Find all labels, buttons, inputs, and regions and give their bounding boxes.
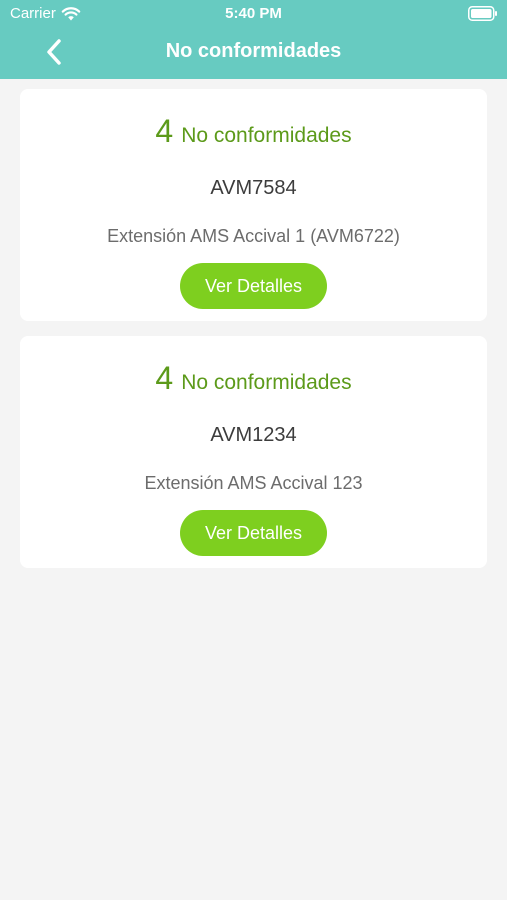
nonconformity-card: 4 No conformidades AVM1234 Extensión AMS… [20, 336, 487, 568]
card-description: Extensión AMS Accival 1 (AVM6722) [107, 226, 400, 246]
card-description: Extensión AMS Accival 123 [144, 473, 363, 493]
status-time: 5:40 PM [225, 5, 282, 22]
count-number: 4 [155, 113, 174, 149]
nonconformity-count: 4 No conformidades [20, 360, 487, 397]
view-details-button[interactable]: Ver Detalles [180, 263, 327, 309]
navigation-bar: No conformidades [0, 28, 507, 79]
status-bar: Carrier 5:40 PM [0, 0, 507, 28]
nonconformity-count: 4 No conformidades [20, 113, 487, 150]
card-code: AVM7584 [210, 177, 297, 199]
view-details-button[interactable]: Ver Detalles [180, 510, 327, 556]
card-code: AVM1234 [210, 424, 297, 446]
nonconformity-card: 4 No conformidades AVM7584 Extensión AMS… [20, 89, 487, 321]
battery-icon [468, 6, 497, 21]
count-label: No conformidades [181, 124, 352, 147]
count-label: No conformidades [181, 371, 352, 394]
app-header: Carrier 5:40 PM No conformidades [0, 0, 507, 79]
page-title: No conformidades [165, 40, 342, 62]
count-number: 4 [155, 360, 174, 396]
